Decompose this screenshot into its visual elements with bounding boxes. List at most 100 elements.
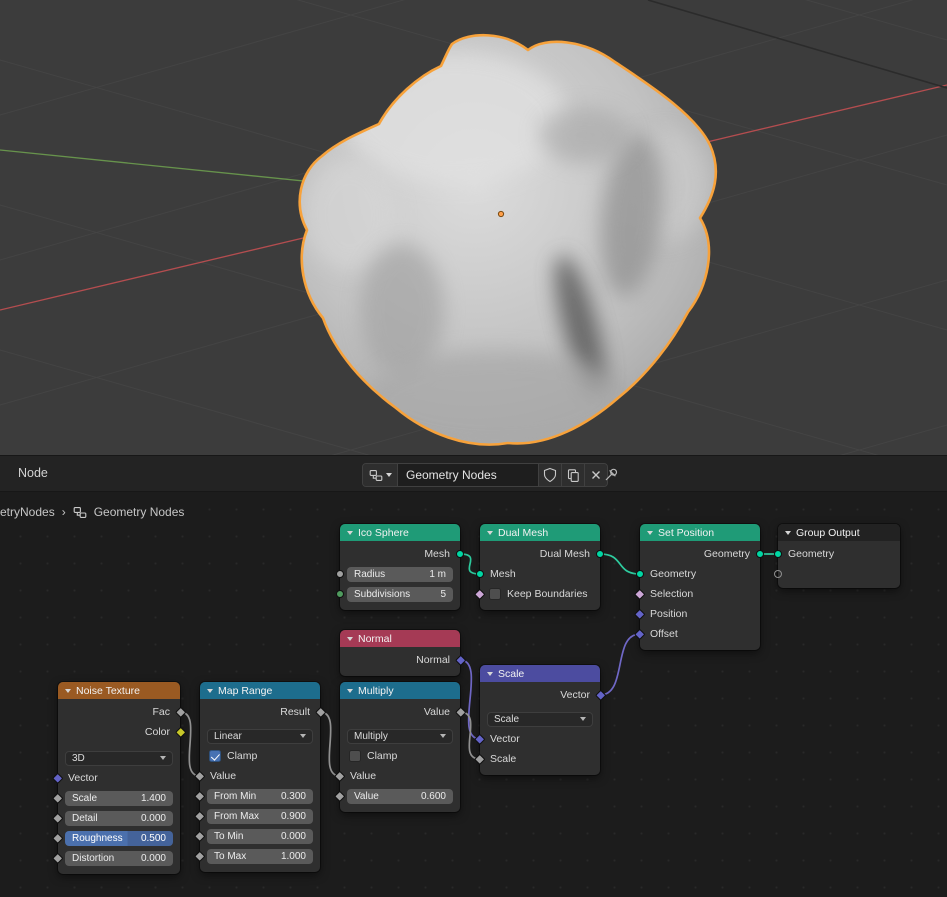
clamp-checkbox[interactable] [349,750,361,762]
z-axis-line [648,0,947,88]
scale-field[interactable]: Scale 1.400 [65,791,173,806]
socket-label: Value [350,770,376,782]
input-row-scale: Scale [480,749,600,769]
socket-mesh-input[interactable] [476,570,484,578]
input-row-value: Value [340,766,460,786]
chevron-down-icon [440,734,446,738]
tree-name-input[interactable]: Geometry Nodes [397,464,538,486]
distortion-field[interactable]: Distortion 0.000 [65,851,173,866]
dropdown-value: Scale [494,714,519,725]
to-max-field[interactable]: To Max 1.000 [207,849,313,864]
node-header[interactable]: Normal [340,630,460,647]
collapse-chevron-icon[interactable] [785,531,791,535]
node-dual-mesh[interactable]: Dual Mesh Dual Mesh Mesh Keep Boundaries [480,524,600,610]
input-row-vector: Vector [480,729,600,749]
input-row-value: Value [200,766,320,786]
interpolation-dropdown[interactable]: Linear [207,729,313,744]
operation-dropdown[interactable]: Multiply [347,729,453,744]
checkbox-label: Clamp [367,750,397,762]
collapse-chevron-icon[interactable] [647,531,653,535]
to-min-field[interactable]: To Min 0.000 [207,829,313,844]
operation-row: Multiply [340,726,460,746]
node-set-position[interactable]: Set Position Geometry Geometry Selection… [640,524,760,650]
operation-dropdown[interactable]: Scale [487,712,593,727]
input-row-keep-boundaries: Keep Boundaries [480,584,600,604]
field-value: 0.000 [141,853,166,864]
node-ico-sphere[interactable]: Ico Sphere Mesh Radius 1 m Subdivisions … [340,524,460,610]
radius-field[interactable]: Radius 1 m [347,567,453,582]
node-header[interactable]: Scale [480,665,600,682]
roughness-field[interactable]: Roughness 0.500 [65,831,173,846]
socket-label: Vector [560,689,590,701]
pin-button[interactable] [602,466,620,484]
subdivisions-field[interactable]: Subdivisions 5 [347,587,453,602]
clamp-row: Clamp [340,746,460,766]
socket-geometry-output[interactable] [756,550,764,558]
socket-geometry-input[interactable] [636,570,644,578]
output-row-fac: Fac [58,702,180,722]
browse-tree-button[interactable] [363,464,397,486]
node-header[interactable]: Group Output [778,524,900,541]
chevron-down-icon [300,734,306,738]
socket-geometry-input[interactable] [774,550,782,558]
node-normal[interactable]: Normal Normal [340,630,460,676]
collapse-chevron-icon[interactable] [347,637,353,641]
field-label: To Max [214,851,246,862]
checkbox-label: Keep Boundaries [507,588,588,600]
dimensions-row: 3D [58,748,180,768]
node-header[interactable]: Ico Sphere [340,524,460,541]
socket-dualmesh-output[interactable] [596,550,604,558]
detail-field[interactable]: Detail 0.000 [65,811,173,826]
from-max-field[interactable]: From Max 0.900 [207,809,313,824]
output-row-dual-mesh: Dual Mesh [480,544,600,564]
node-math-multiply[interactable]: Multiply Value Multiply Clamp Value [340,682,460,812]
node-header[interactable]: Dual Mesh [480,524,600,541]
node-header[interactable]: Map Range [200,682,320,699]
output-row-color: Color [58,722,180,742]
socket-label: Value [210,770,236,782]
field-value: 0.000 [281,831,306,842]
3d-viewport[interactable] [0,0,947,455]
socket-virtual-input[interactable] [774,570,782,578]
chevron-down-icon [386,473,392,477]
input-row-distortion: Distortion 0.000 [58,848,180,868]
breadcrumb: etryNodes › Geometry Nodes [0,505,184,519]
mesh-object[interactable] [300,35,716,450]
collapse-chevron-icon[interactable] [347,531,353,535]
node-header[interactable]: Multiply [340,682,460,699]
blender-window: Node Geometry Nodes [0,0,947,897]
dropdown-value: 3D [72,753,85,764]
node-tree-id-block: Geometry Nodes [362,463,608,487]
collapse-chevron-icon[interactable] [487,672,493,676]
collapse-chevron-icon[interactable] [207,689,213,693]
field-value: 0.500 [141,833,166,844]
node-header[interactable]: Set Position [640,524,760,541]
socket-subdivisions-input[interactable] [336,590,344,598]
node-group-output[interactable]: Group Output Geometry [778,524,900,588]
new-copy-button[interactable] [561,464,584,486]
node-vector-scale[interactable]: Scale Vector Scale Vector Scale [480,665,600,775]
collapse-chevron-icon[interactable] [65,689,71,693]
socket-label: Fac [152,706,170,718]
field-label: Radius [354,569,385,580]
socket-mesh-output[interactable] [456,550,464,558]
collapse-chevron-icon[interactable] [347,689,353,693]
socket-label: Position [650,608,687,620]
node-map-range[interactable]: Map Range Result Linear Clamp Value [200,682,320,872]
node-header[interactable]: Noise Texture [58,682,180,699]
input-row-selection: Selection [640,584,760,604]
field-value: 0.000 [141,813,166,824]
node-menu[interactable]: Node [18,466,48,480]
breadcrumb-separator: › [62,505,66,519]
keep-boundaries-checkbox[interactable] [489,588,501,600]
value-field[interactable]: Value 0.600 [347,789,453,804]
fake-user-button[interactable] [538,464,561,486]
node-title: Normal [358,633,392,645]
from-min-field[interactable]: From Min 0.300 [207,789,313,804]
socket-label: Normal [416,654,450,666]
node-noise-texture[interactable]: Noise Texture Fac Color 3D Vector [58,682,180,874]
collapse-chevron-icon[interactable] [487,531,493,535]
dimensions-dropdown[interactable]: 3D [65,751,173,766]
clamp-checkbox[interactable] [209,750,221,762]
socket-radius-input[interactable] [336,570,344,578]
